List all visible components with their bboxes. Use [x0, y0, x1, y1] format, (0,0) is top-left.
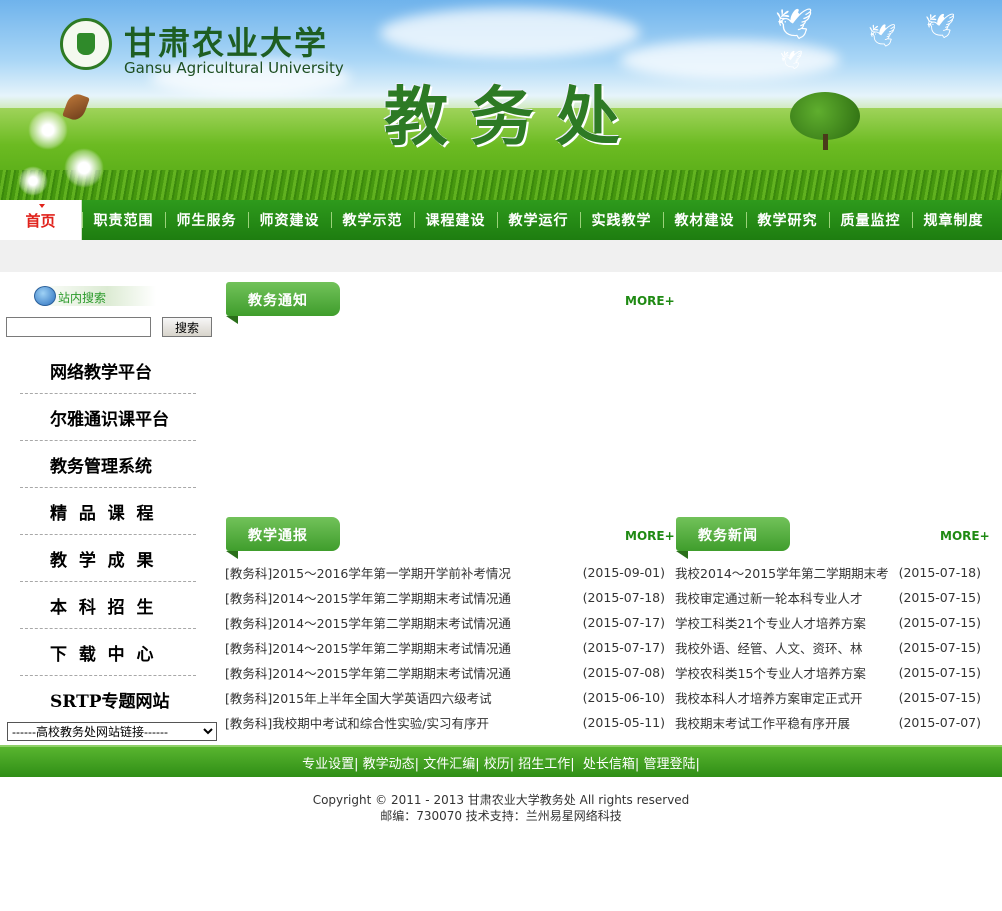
section-header-notice: 教务通知	[226, 282, 342, 324]
university-name-cn: 甘肃农业大学	[124, 24, 329, 62]
department-title: 教务处	[384, 80, 642, 155]
footer-link-documents[interactable]: 文件汇编|	[423, 753, 479, 772]
section-title-notice: 教务通知	[248, 293, 308, 309]
section-header-news: 教务新闻	[676, 517, 792, 559]
site-search-title: 站内搜索	[58, 291, 107, 305]
contact-text: 邮编：730070 技术支持：兰州易星网络科技	[380, 809, 622, 823]
tree-icon	[790, 92, 860, 140]
list-item[interactable]: [教务科]2014～2015学年第二学期期末考试情况通 (2015-07-17)	[225, 610, 665, 635]
list-item[interactable]: 我校期末考试工作平稳有序开展 (2015-07-07)	[675, 710, 981, 735]
notice-more-link[interactable]: MORE+	[625, 294, 675, 308]
footer-link-calendar[interactable]: 校历|	[484, 753, 514, 772]
footer-link-majors[interactable]: 专业设置|	[302, 753, 358, 772]
search-button[interactable]: 搜索	[162, 317, 212, 337]
dove-icon: 🕊	[780, 50, 803, 71]
copyright: Copyright © 2011 - 2013 甘肃农业大学教务处 All ri…	[0, 792, 1002, 824]
section-title-report: 教学通报	[248, 528, 308, 544]
report-more-link[interactable]: MORE+	[625, 529, 675, 543]
nav-item-regulations[interactable]: 规章制度	[912, 200, 995, 240]
nav-item-quality[interactable]: 质量监控	[829, 200, 912, 240]
search-input[interactable]	[6, 317, 151, 337]
list-item[interactable]: 学校工科类21个专业人才培养方案 (2015-07-15)	[675, 610, 981, 635]
link-online-teaching-platform[interactable]: 网络教学平台	[20, 347, 196, 394]
footer-link-admissions[interactable]: 招生工作|	[518, 753, 574, 772]
nav-item-faculty[interactable]: 师资建设	[248, 200, 331, 240]
list-item[interactable]: 我校审定通过新一轮本科专业人才 (2015-07-15)	[675, 585, 981, 610]
link-erya-course-platform[interactable]: 尔雅通识课平台	[20, 394, 196, 441]
nav-item-demonstration[interactable]: 教学示范	[331, 200, 414, 240]
university-seal-logo	[60, 18, 112, 70]
link-academic-management-system[interactable]: 教务管理系统	[20, 441, 196, 488]
dove-icon: 🕊	[775, 7, 814, 42]
nav-item-textbooks[interactable]: 教材建设	[663, 200, 746, 240]
section-title-news: 教务新闻	[698, 528, 758, 544]
link-download-center[interactable]: 下 载 中 心	[20, 629, 196, 676]
quick-links: 网络教学平台 尔雅通识课平台 教务管理系统 精 品 课 程 教 学 成 果 本 …	[20, 347, 196, 723]
nav-item-courses[interactable]: 课程建设	[414, 200, 497, 240]
news-list: 我校2014～2015学年第二学期期末考 (2015-07-18) 我校审定通过新…	[675, 560, 981, 735]
section-header-report: 教学通报	[226, 517, 342, 559]
globe-search-icon	[34, 286, 56, 306]
nav-item-practice[interactable]: 实践教学	[580, 200, 663, 240]
list-item[interactable]: [教务科]2014～2015学年第二学期期末考试情况通 (2015-07-08)	[225, 660, 665, 685]
sub-bar	[0, 240, 1002, 272]
main-nav: 首页 职责范围 师生服务 师资建设 教学示范 课程建设 教学运行 实践教学 教材…	[0, 200, 1002, 240]
list-item[interactable]: 我校本科人才培养方案审定正式开 (2015-07-15)	[675, 685, 981, 710]
dandelion-decoration	[28, 110, 68, 150]
dandelion-decoration	[64, 148, 104, 188]
nav-item-duties[interactable]: 职责范围	[82, 200, 165, 240]
list-item[interactable]: [教务科]2015～2016学年第一学期开学前补考情况 (2015-09-01)	[225, 560, 665, 585]
copyright-text: Copyright © 2011 - 2013 甘肃农业大学教务处 All ri…	[312, 793, 690, 807]
list-item[interactable]: 我校2014～2015学年第二学期期末考 (2015-07-18)	[675, 560, 981, 585]
site-search-header: 站内搜索	[34, 286, 156, 306]
footer-link-director-mailbox[interactable]: 处长信箱|	[583, 753, 639, 772]
report-list: [教务科]2015～2016学年第一学期开学前补考情况 (2015-09-01) …	[225, 560, 665, 735]
nav-item-research[interactable]: 教学研究	[746, 200, 829, 240]
list-item[interactable]: [教务科]2015年上半年全国大学英语四六级考试 (2015-06-10)	[225, 685, 665, 710]
list-item[interactable]: [教务科]我校期中考试和综合性实验/实习有序开 (2015-05-11)	[225, 710, 665, 735]
nav-home[interactable]: 首页	[0, 200, 82, 240]
list-item[interactable]: [教务科]2014～2015学年第二学期期末考试情况通 (2015-07-17)	[225, 635, 665, 660]
header-banner: 甘肃农业大学 Gansu Agricultural University 教务处…	[0, 0, 1002, 200]
university-name-en: Gansu Agricultural University	[124, 59, 344, 77]
university-links-select[interactable]: ------高校教务处网站链接------	[7, 722, 217, 741]
footer-nav: 专业设置| 教学动态| 文件汇编| 校历| 招生工作| 处长信箱| 管理登陆|	[0, 745, 1002, 777]
news-more-link[interactable]: MORE+	[940, 529, 990, 543]
nav-item-services[interactable]: 师生服务	[165, 200, 248, 240]
link-teaching-achievements[interactable]: 教 学 成 果	[20, 535, 196, 582]
list-item[interactable]: [教务科]2014～2015学年第二学期期末考试情况通 (2015-07-18)	[225, 585, 665, 610]
dove-icon: 🕊	[925, 12, 956, 40]
dandelion-decoration	[18, 166, 48, 196]
link-undergraduate-admissions[interactable]: 本 科 招 生	[20, 582, 196, 629]
dove-icon: 🕊	[868, 24, 896, 49]
list-item[interactable]: 学校农科类15个专业人才培养方案 (2015-07-15)	[675, 660, 981, 685]
list-item[interactable]: 我校外语、经管、人文、资环、林 (2015-07-15)	[675, 635, 981, 660]
footer-link-admin-login[interactable]: 管理登陆|	[643, 753, 699, 772]
link-quality-courses[interactable]: 精 品 课 程	[20, 488, 196, 535]
link-srtp-site[interactable]: SRTP专题网站	[20, 676, 196, 723]
footer-link-teaching-news[interactable]: 教学动态|	[363, 753, 419, 772]
nav-item-operation[interactable]: 教学运行	[497, 200, 580, 240]
